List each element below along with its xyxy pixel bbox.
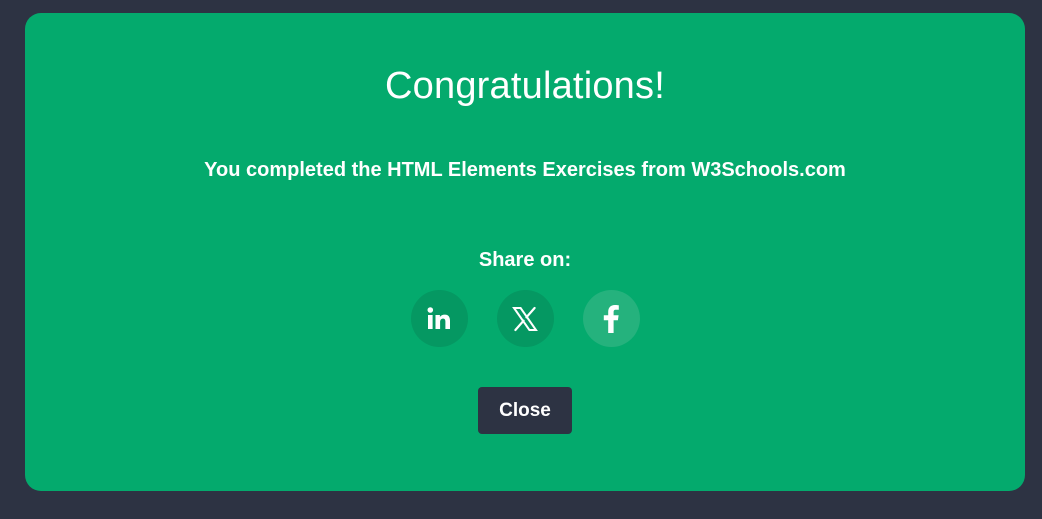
share-x-button[interactable] [496, 290, 554, 347]
share-label: Share on: [478, 249, 572, 271]
share-linkedin-button[interactable] [410, 290, 468, 347]
facebook-icon [603, 304, 619, 333]
close-button[interactable]: Close [478, 387, 572, 434]
congratulations-modal: Congratulations! You completed the HTML … [25, 13, 1025, 491]
x-icon [512, 306, 538, 331]
modal-title: Congratulations! [385, 65, 665, 107]
completion-message: You completed the HTML Elements Exercise… [204, 159, 846, 181]
share-facebook-button[interactable] [582, 290, 640, 347]
linkedin-icon [427, 306, 450, 329]
share-buttons [25, 290, 1025, 347]
